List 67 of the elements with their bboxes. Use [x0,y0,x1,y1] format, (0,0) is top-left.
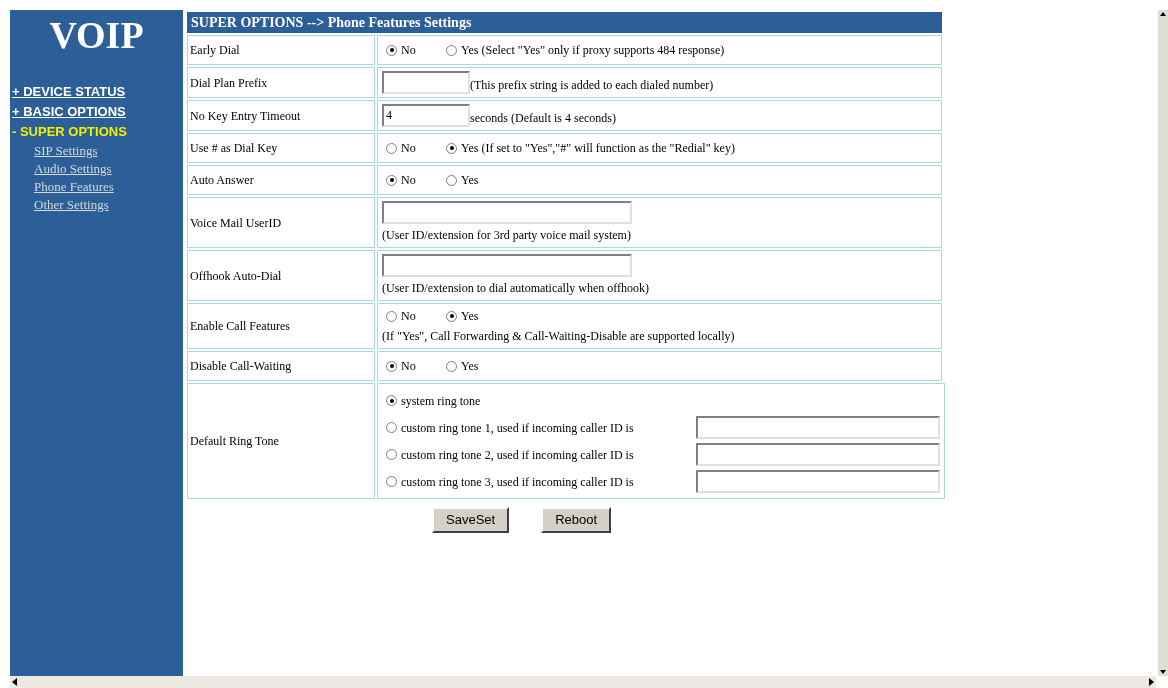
text-field[interactable] [696,416,940,439]
left-arrow-icon[interactable] [10,677,20,687]
radio-button[interactable] [386,174,397,186]
nav-link[interactable]: SIP Settings [10,142,98,160]
form-button[interactable]: SaveSet [432,507,510,533]
radio-button[interactable] [446,310,457,322]
field-label: Disable Call-Waiting [187,351,375,381]
option-label: system ring tone [401,392,481,410]
radio-button[interactable] [386,142,397,154]
hint-text: (User ID/extension for 3rd party voice mail system) [382,227,632,244]
option-label: custom ring tone 2, used if incoming caller ID is [401,446,634,464]
horizontal-scrollbar[interactable] [10,676,1156,688]
hint-text: (User ID/extension to dial automatically when offhook) [382,280,650,297]
option-label: No [401,358,416,375]
option-label: No [401,308,416,325]
radio-button[interactable] [386,44,397,56]
text-field[interactable] [696,443,940,466]
field-label: Offhook Auto-Dial [187,250,375,301]
radio-button[interactable] [446,174,457,186]
hint-text: (If "Yes", Call Forwarding & Call-Waiting-Disable are supported locally) [382,328,735,345]
nav-link[interactable]: Other Settings [10,196,109,214]
radio-button[interactable] [446,360,457,372]
nav-link[interactable]: Audio Settings [10,160,112,178]
option-label: custom ring tone 1, used if incoming caller ID is [401,419,634,437]
option-label: Yes (If set to "Yes","#" will function as the "Redial" key) [461,140,735,157]
field-label: No Key Entry Timeout [187,100,375,131]
text-field[interactable] [696,470,940,493]
hint-text: seconds (Default is 4 seconds) [470,110,616,127]
logo-text: VOIP [48,13,145,58]
nav-section-link[interactable]: - SUPER OPTIONS [10,122,127,142]
text-field[interactable] [382,254,632,277]
option-label: Yes [461,358,479,375]
page-title: SUPER OPTIONS --> Phone Features Settings [187,12,942,33]
radio-button[interactable] [386,395,397,406]
field-label: Default Ring Tone [187,383,375,499]
field-label: Auto Answer [187,165,375,195]
field-label: Voice Mail UserID [187,197,375,248]
up-arrow-icon[interactable] [1159,10,1167,18]
down-arrow-icon[interactable] [1159,668,1167,676]
radio-button[interactable] [386,422,397,433]
field-label: Early Dial [187,35,375,65]
radio-button[interactable] [386,476,397,487]
right-arrow-icon[interactable] [1146,677,1156,687]
text-field[interactable] [382,201,632,224]
field-label: Enable Call Features [187,303,375,349]
field-label: Dial Plan Prefix [187,67,375,98]
radio-button[interactable] [386,449,397,460]
text-field[interactable]: 4 [382,104,470,127]
option-label: Yes (Select "Yes" only if proxy supports 484 response) [461,42,725,59]
hint-text: (This prefix string is added to each dialed number) [470,77,714,94]
radio-button[interactable] [386,360,397,372]
text-field[interactable] [382,71,470,94]
vertical-scrollbar[interactable] [1158,10,1168,676]
option-label: Yes [461,172,479,189]
nav-section-link[interactable]: + DEVICE STATUS [10,82,126,102]
form-button[interactable]: Reboot [541,507,612,533]
radio-button[interactable] [386,310,397,322]
option-label: custom ring tone 3, used if incoming caller ID is [401,473,634,491]
option-label: No [401,42,416,59]
option-label: No [401,140,416,157]
field-label: Use # as Dial Key [187,133,375,163]
option-label: Yes [461,308,479,325]
radio-button[interactable] [446,44,457,56]
nav-link[interactable]: Phone Features [10,178,114,196]
nav-section-link[interactable]: + BASIC OPTIONS [10,102,126,122]
radio-button[interactable] [446,142,457,154]
option-label: No [401,172,416,189]
